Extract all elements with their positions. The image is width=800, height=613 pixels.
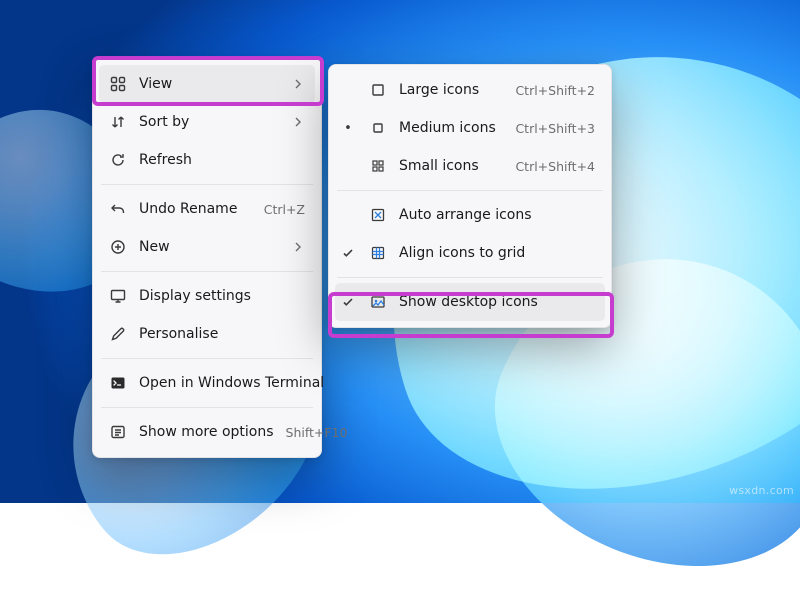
check-indicator — [339, 296, 357, 308]
menu-item-label: View — [139, 76, 279, 92]
menu-item-shortcut: Ctrl+Z — [264, 202, 305, 217]
small-icons-icon — [369, 157, 387, 175]
show-desktop-icons-icon — [369, 293, 387, 311]
menu-item-shortcut: Ctrl+Shift+3 — [515, 121, 595, 136]
menu-separator — [101, 271, 313, 272]
more-options-icon — [109, 423, 127, 441]
chevron-right-icon — [291, 117, 305, 127]
menu-item-label: Small icons — [399, 158, 503, 174]
menu-separator — [101, 184, 313, 185]
menu-separator — [337, 277, 603, 278]
menu-item-shortcut: Ctrl+Shift+2 — [515, 83, 595, 98]
menu-item-label: Refresh — [139, 152, 305, 168]
menu-item-label: Large icons — [399, 82, 503, 98]
undo-icon — [109, 200, 127, 218]
align-grid-icon — [369, 244, 387, 262]
submenu-item-auto-arrange[interactable]: Auto arrange icons — [335, 196, 605, 234]
view-icon — [109, 75, 127, 93]
menu-item-shortcut: Ctrl+Shift+4 — [515, 159, 595, 174]
menu-item-label: New — [139, 239, 279, 255]
display-settings-icon — [109, 287, 127, 305]
menu-item-label: Show desktop icons — [399, 294, 595, 310]
menu-item-open-terminal[interactable]: Open in Windows Terminal — [99, 364, 315, 402]
menu-item-undo-rename[interactable]: Undo Rename Ctrl+Z — [99, 190, 315, 228]
menu-item-label: Open in Windows Terminal — [139, 375, 324, 391]
desktop-context-menu: View Sort by Refresh Undo Rena — [92, 58, 322, 458]
sort-icon — [109, 113, 127, 131]
menu-item-shortcut: Shift+F10 — [286, 425, 348, 440]
menu-item-display-settings[interactable]: Display settings — [99, 277, 315, 315]
submenu-item-large-icons[interactable]: Large icons Ctrl+Shift+2 — [335, 71, 605, 109]
menu-item-show-more-options[interactable]: Show more options Shift+F10 — [99, 413, 315, 451]
check-indicator — [339, 247, 357, 259]
submenu-item-small-icons[interactable]: Small icons Ctrl+Shift+4 — [335, 147, 605, 185]
menu-item-label: Medium icons — [399, 120, 503, 136]
submenu-item-align-grid[interactable]: Align icons to grid — [335, 234, 605, 272]
submenu-item-show-desktop-icons[interactable]: Show desktop icons — [335, 283, 605, 321]
menu-item-label: Display settings — [139, 288, 305, 304]
menu-item-new[interactable]: New — [99, 228, 315, 266]
menu-item-sort-by[interactable]: Sort by — [99, 103, 315, 141]
terminal-icon — [109, 374, 127, 392]
submenu-item-medium-icons[interactable]: • Medium icons Ctrl+Shift+3 — [335, 109, 605, 147]
menu-item-label: Personalise — [139, 326, 305, 342]
menu-separator — [101, 358, 313, 359]
menu-separator — [337, 190, 603, 191]
menu-item-personalise[interactable]: Personalise — [99, 315, 315, 353]
menu-item-label: Undo Rename — [139, 201, 252, 217]
chevron-right-icon — [291, 79, 305, 89]
menu-item-label: Sort by — [139, 114, 279, 130]
menu-item-label: Auto arrange icons — [399, 207, 595, 223]
menu-item-refresh[interactable]: Refresh — [99, 141, 315, 179]
medium-icons-icon — [369, 119, 387, 137]
radio-indicator: • — [339, 121, 357, 136]
chevron-right-icon — [291, 242, 305, 252]
new-icon — [109, 238, 127, 256]
watermark-text: wsxdn.com — [729, 484, 794, 497]
view-submenu: Large icons Ctrl+Shift+2 • Medium icons … — [328, 64, 612, 328]
menu-separator — [101, 407, 313, 408]
menu-item-view[interactable]: View — [99, 65, 315, 103]
menu-item-label: Align icons to grid — [399, 245, 595, 261]
personalise-icon — [109, 325, 127, 343]
refresh-icon — [109, 151, 127, 169]
menu-item-label: Show more options — [139, 424, 274, 440]
auto-arrange-icon — [369, 206, 387, 224]
large-icons-icon — [369, 81, 387, 99]
